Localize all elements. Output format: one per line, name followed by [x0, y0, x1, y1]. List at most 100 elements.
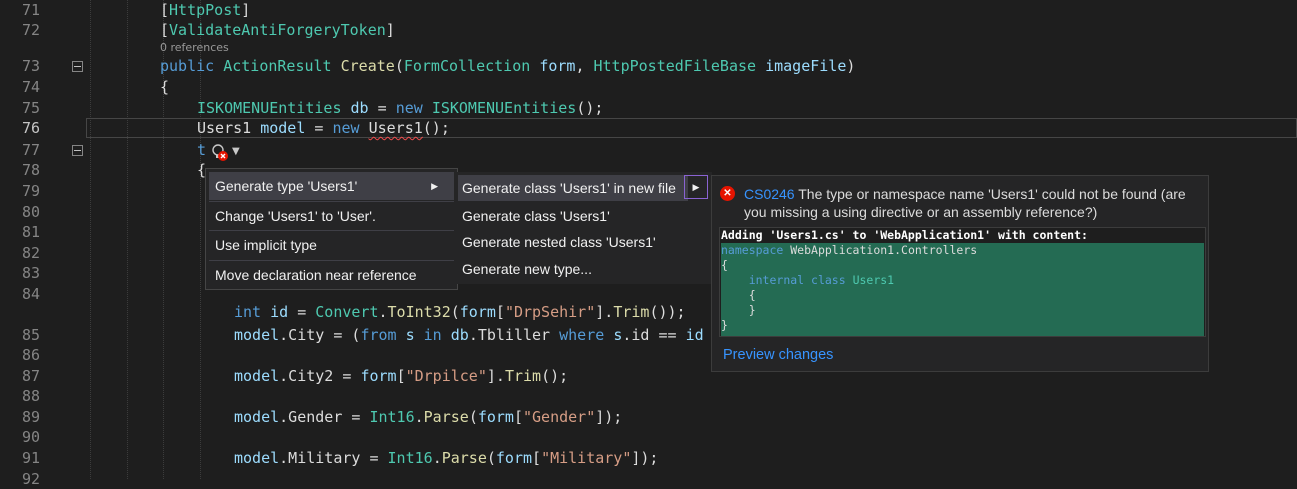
menu-item-change-to-user[interactable]: Change 'Users1' to 'User'.: [209, 202, 454, 230]
code-text: model.Military = Int16.Parse(form["Milit…: [234, 448, 658, 468]
code-line: 88: [0, 386, 1297, 406]
code-token: new: [332, 119, 369, 137]
code-token: {: [721, 258, 728, 272]
code-token: (: [486, 449, 496, 467]
code-token: HttpPost: [169, 1, 242, 19]
submenu-item-generate-nested-class[interactable]: Generate nested class 'Users1': [458, 229, 656, 255]
code-line: 72 [ValidateAntiForgeryToken]: [0, 20, 1297, 40]
preview-code-line: }: [721, 318, 728, 333]
collapse-icon[interactable]: [72, 145, 83, 156]
chevron-down-icon: ▼: [232, 146, 240, 157]
menu-item-label: Generate class 'Users1' in new file: [462, 180, 676, 196]
menu-item-move-declaration[interactable]: Move declaration near reference: [209, 261, 454, 289]
menu-item-label: Generate type 'Users1': [215, 178, 358, 194]
code-token: where: [559, 326, 614, 344]
code-token: ]);: [595, 408, 623, 426]
menu-item-generate-type[interactable]: Generate type 'Users1' ▶: [209, 172, 454, 200]
codelens-references[interactable]: 0 references: [160, 41, 229, 54]
code-token: [: [513, 408, 523, 426]
code-token: ].: [595, 303, 614, 321]
code-token: [: [160, 21, 170, 39]
code-token: db: [350, 99, 369, 117]
submenu-item-generate-class-new-file[interactable]: Generate class 'Users1' in new file: [458, 175, 688, 201]
code-token: (: [450, 303, 460, 321]
code-token: [: [160, 1, 170, 19]
code-token: .City2 =: [279, 367, 361, 385]
menu-item-label: Generate class 'Users1': [462, 208, 610, 224]
code-token: ValidateAntiForgeryToken: [169, 21, 386, 39]
code-token: Users1: [852, 273, 895, 287]
code-text: int id = Convert.ToInt32(form["DrpSehir"…: [234, 302, 686, 322]
menu-item-use-implicit-type[interactable]: Use implicit type: [209, 231, 454, 259]
code-text: Users1 model = new Users1();: [197, 118, 450, 138]
code-token: .: [432, 449, 442, 467]
line-number: 80: [21, 203, 40, 221]
code-token: Trim: [504, 367, 542, 385]
preview-panel: ✕ CS0246 The type or namespace name 'Use…: [711, 175, 1209, 372]
code-token: Parse: [423, 408, 469, 426]
code-token: form: [360, 367, 397, 385]
code-token: ].: [486, 367, 505, 385]
preview-code-line: namespace WebApplication1.Controllers: [721, 243, 977, 258]
code-token: new: [395, 99, 432, 117]
diff-added-block: namespace WebApplication1.Controllers { …: [721, 243, 1204, 336]
line-number: 77: [21, 141, 40, 159]
preview-code-line: {: [721, 288, 756, 303]
submenu-item-generate-class[interactable]: Generate class 'Users1': [458, 203, 610, 229]
code-token: ISKOMENUEntities: [431, 99, 577, 117]
code-token: ();: [422, 119, 450, 137]
chevron-right-icon: ▶: [431, 181, 438, 191]
code-token: =: [288, 303, 316, 321]
code-text: {: [160, 77, 169, 97]
line-number: 76: [21, 119, 40, 137]
code-token: Users1: [197, 119, 261, 137]
code-token: id: [270, 303, 289, 321]
code-token: ());: [649, 303, 686, 321]
code-token: Users1: [368, 119, 423, 137]
line-number: 86: [21, 346, 40, 364]
code-token: FormCollection: [403, 57, 540, 75]
code-token: }: [721, 303, 756, 317]
code-editor[interactable]: 71 [HttpPost] 72 [ValidateAntiForgeryTok…: [0, 0, 1297, 488]
code-token: form: [539, 57, 576, 75]
code-line: 77 t: [0, 140, 1297, 160]
code-token: int: [234, 303, 271, 321]
expand-submenu-button[interactable]: ▶: [684, 175, 708, 199]
adding-file-header: Adding 'Users1.cs' to 'WebApplication1' …: [721, 228, 1088, 242]
code-token: ToInt32: [387, 303, 451, 321]
code-token: Trim: [613, 303, 650, 321]
code-token: model: [234, 449, 280, 467]
menu-item-label: Move declaration near reference: [215, 267, 417, 283]
line-number: 91: [21, 449, 40, 467]
code-token: model: [234, 367, 280, 385]
code-token: .Military =: [279, 449, 388, 467]
code-token: Int16: [369, 408, 415, 426]
code-token: model: [260, 119, 306, 137]
code-token: .: [378, 303, 388, 321]
collapse-icon[interactable]: [72, 61, 83, 72]
submenu-item-generate-new-type[interactable]: Generate new type...: [458, 256, 592, 282]
quick-actions-lightbulb[interactable]: ▼: [210, 142, 242, 164]
line-number: 78: [21, 161, 40, 179]
error-message: CS0246 The type or namespace name 'Users…: [744, 185, 1204, 221]
code-token: model: [234, 326, 280, 344]
code-token: ();: [541, 367, 569, 385]
error-text: The type or namespace name 'Users1' coul…: [744, 186, 1186, 220]
code-token: s: [405, 326, 424, 344]
code-token: ,: [575, 57, 594, 75]
error-icon: ✕: [720, 186, 735, 201]
code-token: .Tbliller: [468, 326, 560, 344]
generate-type-submenu: Generate class 'Users1' in new file ▶ Ge…: [455, 172, 712, 284]
code-token: db: [450, 326, 469, 344]
error-code-link[interactable]: CS0246: [744, 186, 795, 202]
preview-code-line: internal class Users1: [721, 273, 894, 288]
code-token: [: [495, 303, 505, 321]
code-token: {: [721, 288, 756, 302]
code-line: 76 Users1 model = new Users1();: [0, 118, 1297, 138]
menu-item-label: Change 'Users1' to 'User'.: [215, 208, 376, 224]
line-number: 73: [21, 57, 40, 75]
line-number: 83: [21, 264, 40, 282]
preview-changes-link[interactable]: Preview changes: [723, 347, 833, 363]
code-token: [: [532, 449, 542, 467]
